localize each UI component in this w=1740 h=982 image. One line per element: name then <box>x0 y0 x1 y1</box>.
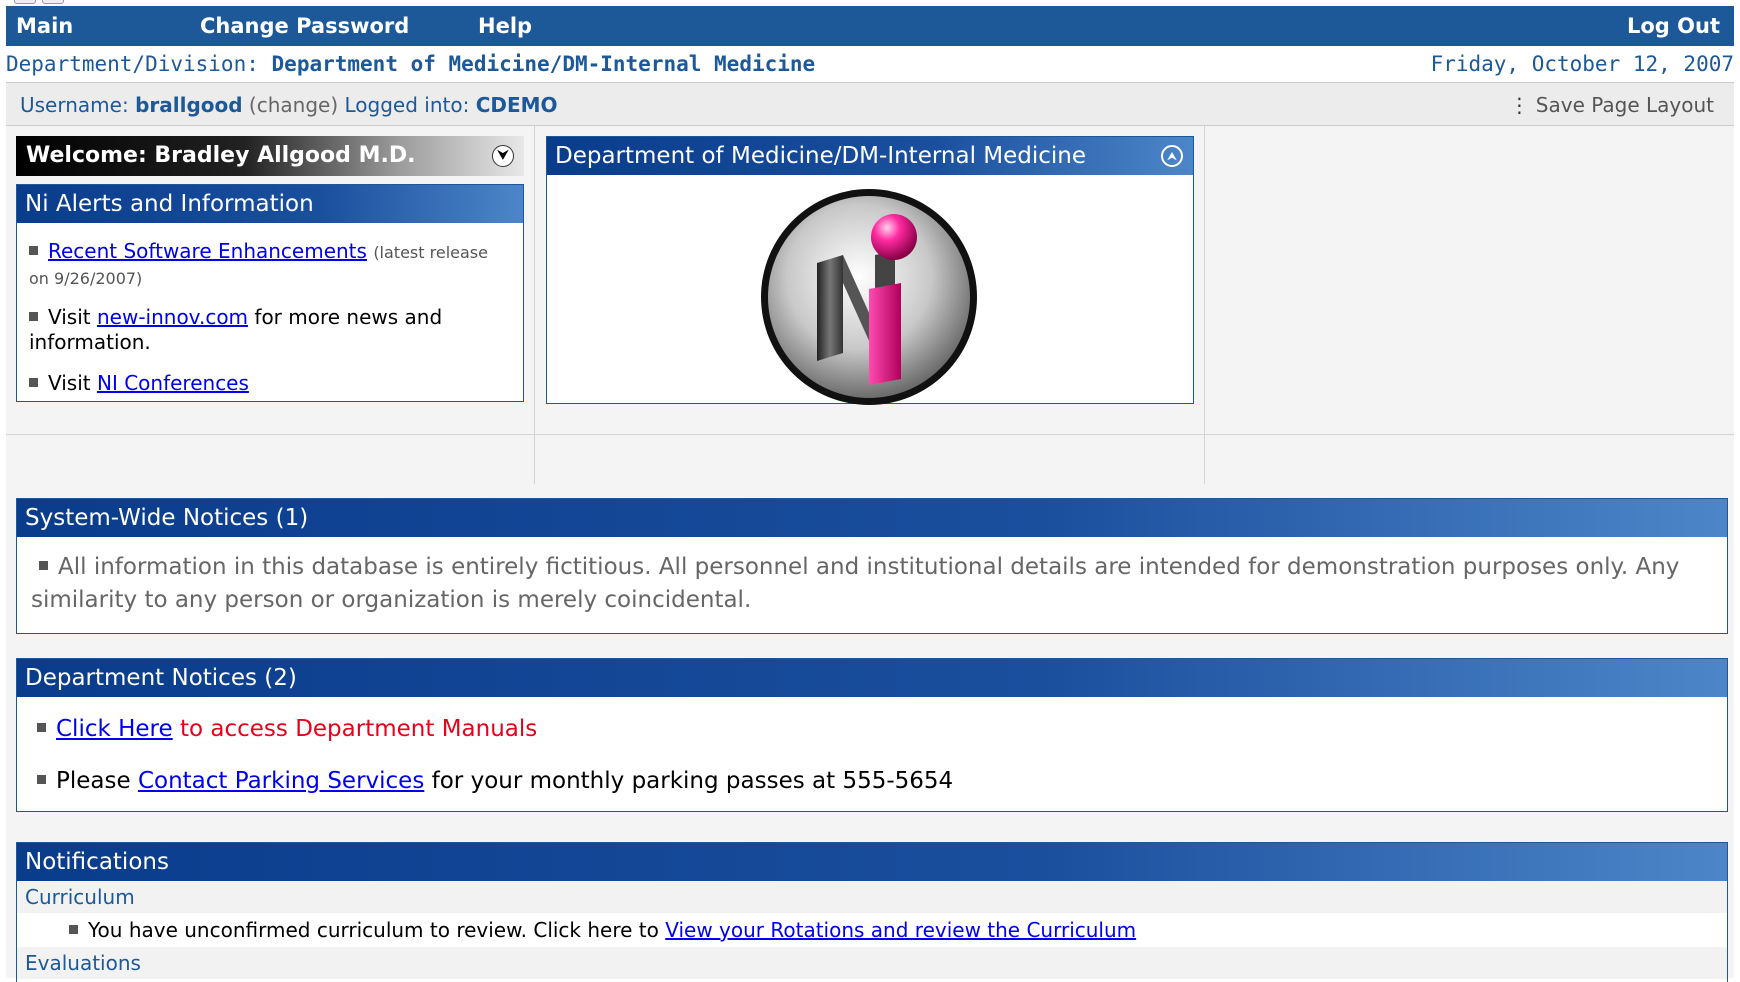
notification-section-evaluations: Evaluations <box>17 947 1727 979</box>
row-divider <box>6 434 1734 435</box>
alerts-panel: Ni Alerts and Information Recent Softwar… <box>16 184 524 402</box>
parking-suffix: for your monthly parking passes at 555-5… <box>431 768 954 794</box>
notification-row: You have unconfirmed curriculum to revie… <box>17 913 1727 947</box>
change-user-link[interactable]: (change) <box>249 93 338 117</box>
list-item: Visit NI Conferences <box>29 371 511 396</box>
bullet-icon <box>29 246 38 255</box>
welcome-text: Welcome: Bradley Allgood M.D. <box>26 143 416 168</box>
notification-text: You have unconfirmed curriculum to revie… <box>88 918 659 942</box>
list-item: Please Contact Parking Services for your… <box>37 755 1707 807</box>
department-panel-header: Department of Medicine/DM-Internal Medic… <box>547 137 1193 175</box>
notification-section-curriculum: Curriculum <box>17 881 1727 913</box>
system-notices-body: All information in this database is enti… <box>17 537 1727 631</box>
logged-into-value: CDEMO <box>475 93 558 117</box>
nav-logout-link[interactable]: Log Out <box>1627 6 1720 46</box>
toolbar-button[interactable] <box>14 0 36 4</box>
notifications-title: Notifications <box>25 849 169 875</box>
department-manuals-text: to access Department Manuals <box>179 716 538 742</box>
user-info: Username: brallgood (change) Logged into… <box>20 83 558 127</box>
parking-prefix: Please <box>56 768 131 794</box>
department-row: Department/Division: Department of Medic… <box>6 46 1734 82</box>
collapse-icon[interactable]: ⮝ <box>1161 145 1183 167</box>
nav-main-link[interactable]: Main <box>16 6 73 46</box>
notifications-body: Curriculum You have unconfirmed curricul… <box>17 881 1727 979</box>
alerts-panel-body: Recent Software Enhancements (latest rel… <box>17 223 523 402</box>
department-notices-title: Department Notices (2) <box>25 665 297 691</box>
system-notice-text: All information in this database is enti… <box>31 554 1680 613</box>
column-divider <box>534 126 535 484</box>
department-notices-panel: Department Notices (2) Click Here to acc… <box>16 658 1728 812</box>
notifications-header: Notifications <box>17 843 1727 881</box>
toolbar-button[interactable] <box>42 0 64 4</box>
bullet-icon <box>37 775 46 784</box>
current-date: Friday, October 12, 2007 <box>1430 52 1734 76</box>
username-value: brallgood <box>135 93 243 117</box>
department-value: Department of Medicine/DM-Internal Medic… <box>271 52 816 76</box>
department-panel-title: Department of Medicine/DM-Internal Medic… <box>555 143 1087 169</box>
drag-handle-icon: ⋮ <box>1509 93 1530 117</box>
recent-enhancements-link[interactable]: Recent Software Enhancements <box>48 239 367 263</box>
save-layout-button[interactable]: ⋮ Save Page Layout <box>1509 83 1714 127</box>
bullet-icon <box>39 561 48 570</box>
bullet-icon <box>29 378 38 387</box>
top-nav-bar: Main Change Password Help Log Out <box>6 6 1734 46</box>
system-notices-header: System-Wide Notices (1) <box>17 499 1727 537</box>
department-panel: Department of Medicine/DM-Internal Medic… <box>546 136 1194 405</box>
alerts-panel-title: Ni Alerts and Information <box>25 191 314 217</box>
expand-icon[interactable]: ⮟ <box>492 145 514 167</box>
system-notices-title: System-Wide Notices (1) <box>25 505 309 531</box>
list-item: Visit new-innov.com for more news and in… <box>29 305 511 355</box>
username-label: Username: <box>20 93 129 117</box>
notifications-panel: Notifications Curriculum You have unconf… <box>16 842 1728 982</box>
logged-into-label: Logged into: <box>344 93 470 117</box>
column-divider <box>1204 126 1205 484</box>
nav-change-password-link[interactable]: Change Password <box>200 6 409 46</box>
ni-logo <box>757 185 981 409</box>
department-notices-body: Click Here to access Department Manuals … <box>17 697 1727 813</box>
list-item: Click Here to access Department Manuals <box>37 703 1707 755</box>
bullet-icon <box>69 925 78 934</box>
ni-conferences-link[interactable]: NI Conferences <box>97 371 249 395</box>
user-bar: Username: brallgood (change) Logged into… <box>6 82 1734 126</box>
system-notices-panel: System-Wide Notices (1) All information … <box>16 498 1728 634</box>
alerts-panel-header: Ni Alerts and Information <box>17 185 523 223</box>
new-innov-link[interactable]: new-innov.com <box>97 305 248 329</box>
nav-help-link[interactable]: Help <box>478 6 532 46</box>
ni-logo-graphic <box>761 189 977 405</box>
department-label-group: Department/Division: Department of Medic… <box>6 46 815 82</box>
portal-content: Welcome: Bradley Allgood M.D. ⮟ Ni Alert… <box>6 126 1734 982</box>
list-item: Recent Software Enhancements (latest rel… <box>29 239 511 291</box>
department-manuals-link[interactable]: Click Here <box>56 716 173 742</box>
visit-label: Visit <box>48 305 91 329</box>
department-label: Department/Division: <box>6 52 259 76</box>
contact-parking-link[interactable]: Contact Parking Services <box>138 768 424 794</box>
bullet-icon <box>37 723 46 732</box>
bullet-icon <box>29 312 38 321</box>
view-rotations-link[interactable]: View your Rotations and review the Curri… <box>665 918 1136 942</box>
department-notices-header: Department Notices (2) <box>17 659 1727 697</box>
welcome-bar: Welcome: Bradley Allgood M.D. ⮟ <box>16 136 524 176</box>
save-layout-label: Save Page Layout <box>1535 93 1714 117</box>
visit-label: Visit <box>48 371 91 395</box>
